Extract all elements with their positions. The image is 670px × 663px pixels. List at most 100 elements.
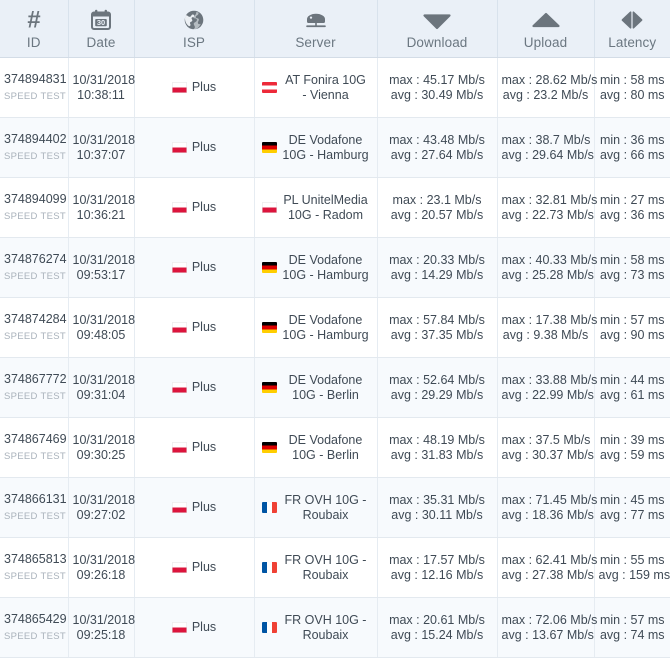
cell-server: DE Vodafone 10G - Hamburg [254,297,378,358]
cell-id[interactable]: 374865429 SPEED TEST [0,597,69,658]
cell-server: DE Vodafone 10G - Berlin [254,357,378,418]
cell-isp: Plus [134,477,255,538]
server-name: DE Vodafone 10G - Hamburg [282,252,369,282]
latency-min: min : 57 ms [599,312,665,327]
test-type-label: SPEED TEST [4,630,66,642]
cell-id[interactable]: 374894402 SPEED TEST [0,117,69,178]
cell-date: 10/31/2018 10:37:07 [68,117,136,178]
column-header-upload-label: Upload [523,35,568,50]
cell-server: DE Vodafone 10G - Berlin [254,417,378,478]
isp-name: Plus [191,200,217,214]
column-header-isp[interactable]: ISP [134,0,255,58]
cell-id[interactable]: 374894831 SPEED TEST [0,57,69,118]
test-date: 10/31/2018 [72,72,136,87]
download-max: max : 45.17 Mb/s [389,72,485,87]
upload-max: max : 32.81 Mb/s [501,192,598,207]
download-max: max : 20.33 Mb/s [389,252,485,267]
table-header-row: # ID 30 Date ISP Server Download Upload … [0,0,670,58]
latency-min: min : 45 ms [599,492,665,507]
latency-arrows-icon [597,6,669,33]
cell-upload: max : 17.38 Mb/s avg : 9.38 Mb/s [497,297,597,358]
test-type-label: SPEED TEST [4,570,66,582]
triangle-down-icon [380,6,495,33]
flag-pl-icon [171,322,187,333]
column-header-server[interactable]: Server [254,0,378,58]
isp-name: Plus [191,140,217,154]
flag-pl-icon [171,202,187,213]
server-icon [257,6,375,33]
cell-isp: Plus [134,357,255,418]
download-max: max : 52.64 Mb/s [389,372,485,387]
test-id: 374867772 [4,371,67,386]
test-id: 374894831 [4,71,67,86]
isp-name: Plus [191,560,217,574]
flag-pl-icon [171,382,187,393]
cell-isp: Plus [134,297,255,358]
cell-download: max : 20.33 Mb/s avg : 14.29 Mb/s [377,237,498,298]
upload-max: max : 37.5 Mb/s [501,432,591,447]
flag-pl-icon [171,82,187,93]
cell-id[interactable]: 374865813 SPEED TEST [0,537,69,598]
upload-max: max : 72.06 Mb/s [501,612,598,627]
table-row[interactable]: 374894099 SPEED TEST 10/31/2018 10:36:21 Plu… [0,177,670,238]
cell-id[interactable]: 374867469 SPEED TEST [0,417,69,478]
download-max: max : 20.61 Mb/s [389,612,485,627]
column-header-latency[interactable]: Latency [594,0,670,58]
table-row[interactable]: 374876274 SPEED TEST 10/31/2018 09:53:17 Plu… [0,237,670,298]
test-type-label: SPEED TEST [4,210,66,222]
test-date: 10/31/2018 [72,132,136,147]
upload-avg: avg : 22.73 Mb/s [501,207,594,222]
table-row[interactable]: 374865429 SPEED TEST 10/31/2018 09:25:18 Plu… [0,597,670,658]
table-row[interactable]: 374867772 SPEED TEST 10/31/2018 09:31:04 Plu… [0,357,670,418]
test-date: 10/31/2018 [72,252,136,267]
cell-date: 10/31/2018 09:53:17 [68,237,136,298]
flag-pl-icon [171,442,187,453]
column-header-download[interactable]: Download [377,0,498,58]
cell-id[interactable]: 374876274 SPEED TEST [0,237,69,298]
download-avg: avg : 29.29 Mb/s [390,387,484,402]
latency-min: min : 57 ms [599,612,665,627]
cell-download: max : 43.48 Mb/s avg : 27.64 Mb/s [377,117,498,178]
flag-de-icon [261,442,277,453]
flag-fr-icon [261,622,277,633]
upload-max: max : 40.33 Mb/s [501,252,598,267]
server-name: PL UnitelMedia 10G - Radom [283,192,368,222]
cell-download: max : 57.84 Mb/s avg : 37.35 Mb/s [377,297,498,358]
test-date: 10/31/2018 [72,432,136,447]
cell-id[interactable]: 374874284 SPEED TEST [0,297,69,358]
cell-latency: min : 57 ms avg : 74 ms [594,597,670,658]
table-row[interactable]: 374894831 SPEED TEST 10/31/2018 10:38:11 Plu… [0,57,670,118]
table-row[interactable]: 374874284 SPEED TEST 10/31/2018 09:48:05 Plu… [0,297,670,358]
table-row[interactable]: 374866131 SPEED TEST 10/31/2018 09:27:02 Plu… [0,477,670,538]
table-row[interactable]: 374867469 SPEED TEST 10/31/2018 09:30:25 Plu… [0,417,670,478]
download-max: max : 23.1 Mb/s [392,192,482,207]
download-avg: avg : 12.16 Mb/s [390,567,484,582]
test-type-label: SPEED TEST [4,510,66,522]
table-row[interactable]: 374865813 SPEED TEST 10/31/2018 09:26:18 Plu… [0,537,670,598]
test-time: 09:30:25 [76,447,126,462]
flag-pl-icon [261,202,277,213]
cell-latency: min : 44 ms avg : 61 ms [594,357,670,418]
speedtest-results-table: # ID 30 Date ISP Server Download Upload … [0,0,670,658]
table-row[interactable]: 374894402 SPEED TEST 10/31/2018 10:37:07 Plu… [0,117,670,178]
table-header: # ID 30 Date ISP Server Download Upload … [0,0,670,58]
cell-download: max : 20.61 Mb/s avg : 15.24 Mb/s [377,597,498,658]
column-header-id[interactable]: # ID [0,0,69,58]
cell-server: PL UnitelMedia 10G - Radom [254,177,378,238]
test-time: 10:37:07 [76,147,126,162]
cell-id[interactable]: 374867772 SPEED TEST [0,357,69,418]
latency-min: min : 27 ms [599,192,665,207]
column-header-upload[interactable]: Upload [497,0,595,58]
cell-download: max : 17.57 Mb/s avg : 12.16 Mb/s [377,537,498,598]
cell-id[interactable]: 374866131 SPEED TEST [0,477,69,538]
globe-icon [137,6,252,33]
flag-de-icon [261,382,277,393]
column-header-id-label: ID [26,35,41,50]
column-header-date[interactable]: 30 Date [68,0,135,58]
latency-min: min : 55 ms [599,552,665,567]
cell-id[interactable]: 374894099 SPEED TEST [0,177,69,238]
upload-avg: avg : 29.64 Mb/s [501,147,594,162]
server-name: AT Fonira 10G - Vienna [285,72,366,102]
test-type-label: SPEED TEST [4,90,66,102]
flag-at-icon [261,82,277,93]
